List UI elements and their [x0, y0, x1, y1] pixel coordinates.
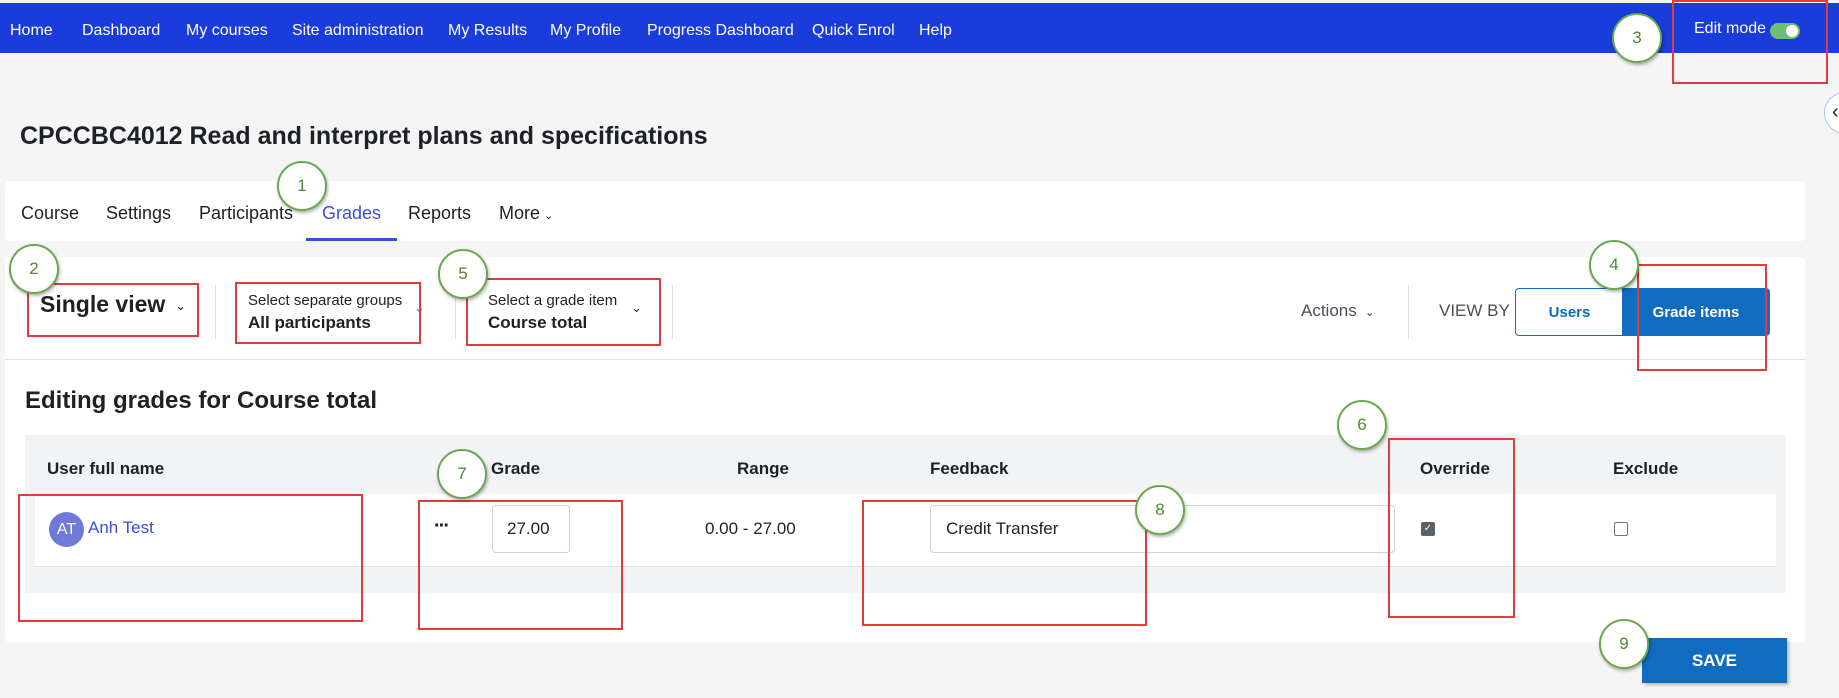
- annotation-box-groups: [235, 282, 421, 344]
- annotation-callout-2: 2: [9, 244, 59, 294]
- active-tab-indicator: [306, 238, 397, 241]
- annotation-callout-6: 6: [1337, 400, 1387, 450]
- view-by-label: VIEW BY: [1439, 301, 1510, 320]
- grade-range: 0.00 - 27.00: [705, 519, 796, 538]
- annotation-callout-7: 7: [437, 449, 487, 499]
- annotation-box-feedback: [862, 500, 1147, 626]
- tab-participants[interactable]: Participants: [199, 203, 293, 224]
- nav-my-courses[interactable]: My courses: [186, 22, 268, 40]
- tab-settings[interactable]: Settings: [106, 203, 171, 224]
- toolbar-divider: [5, 359, 1805, 360]
- page-title: CPCCBC4012 Read and interpret plans and …: [20, 122, 708, 150]
- actions-menu[interactable]: Actions ⌄: [1301, 301, 1375, 321]
- annotation-callout-8: 8: [1135, 485, 1185, 535]
- drawer-toggle-button[interactable]: ‹: [1824, 92, 1839, 134]
- nav-dashboard[interactable]: Dashboard: [82, 22, 160, 40]
- column-user-full-name[interactable]: User full name: [47, 459, 164, 479]
- save-button[interactable]: SAVE: [1642, 638, 1787, 683]
- column-feedback: Feedback: [930, 459, 1009, 478]
- column-grade: Grade: [491, 459, 541, 478]
- nav-site-administration[interactable]: Site administration: [292, 22, 424, 40]
- annotation-box-override: [1388, 438, 1515, 618]
- tab-grades[interactable]: Grades: [322, 203, 381, 224]
- tab-more[interactable]: More ⌄: [499, 203, 553, 224]
- annotation-callout-5: 5: [438, 249, 488, 299]
- tab-more-label: More: [499, 203, 541, 223]
- annotation-box-user: [18, 494, 363, 622]
- column-exclude: Exclude: [1613, 459, 1679, 478]
- editing-grades-heading: Editing grades for Course total: [25, 387, 378, 414]
- view-by-users-button[interactable]: Users: [1515, 288, 1623, 336]
- annotation-callout-1: 1: [277, 161, 327, 211]
- chevron-down-icon: ⌄: [1364, 305, 1375, 319]
- toolbar-separator: [1408, 285, 1409, 339]
- annotation-box-grade: [418, 500, 623, 630]
- exclude-checkbox[interactable]: [1614, 522, 1628, 536]
- annotation-box-edit-mode: [1672, 0, 1828, 84]
- annotation-box-single-view: [27, 283, 199, 337]
- tab-reports[interactable]: Reports: [408, 203, 471, 224]
- nav-quick-enrol[interactable]: Quick Enrol: [812, 22, 895, 40]
- chevron-left-icon: ‹: [1832, 101, 1839, 123]
- toolbar-separator: [215, 285, 216, 339]
- chevron-down-icon: ⌄: [544, 210, 554, 222]
- nav-help[interactable]: Help: [919, 22, 952, 40]
- nav-progress-dashboard[interactable]: Progress Dashboard: [647, 22, 794, 40]
- top-navbar: Home Dashboard My courses Site administr…: [0, 3, 1839, 53]
- nav-my-profile[interactable]: My Profile: [550, 22, 621, 40]
- annotation-box-grade-items: [1637, 264, 1767, 371]
- column-range: Range: [737, 459, 789, 478]
- annotation-box-grade-item: [466, 278, 661, 346]
- annotation-callout-4: 4: [1589, 240, 1639, 290]
- toolbar-separator: [672, 285, 673, 339]
- nav-my-results[interactable]: My Results: [448, 22, 527, 40]
- annotation-callout-9: 9: [1599, 619, 1649, 669]
- nav-home[interactable]: Home: [10, 22, 53, 40]
- annotation-callout-3: 3: [1612, 13, 1662, 63]
- tab-course[interactable]: Course: [21, 203, 79, 224]
- secondary-nav: Course Settings Participants Grades Repo…: [5, 181, 1805, 241]
- actions-label: Actions: [1301, 301, 1357, 320]
